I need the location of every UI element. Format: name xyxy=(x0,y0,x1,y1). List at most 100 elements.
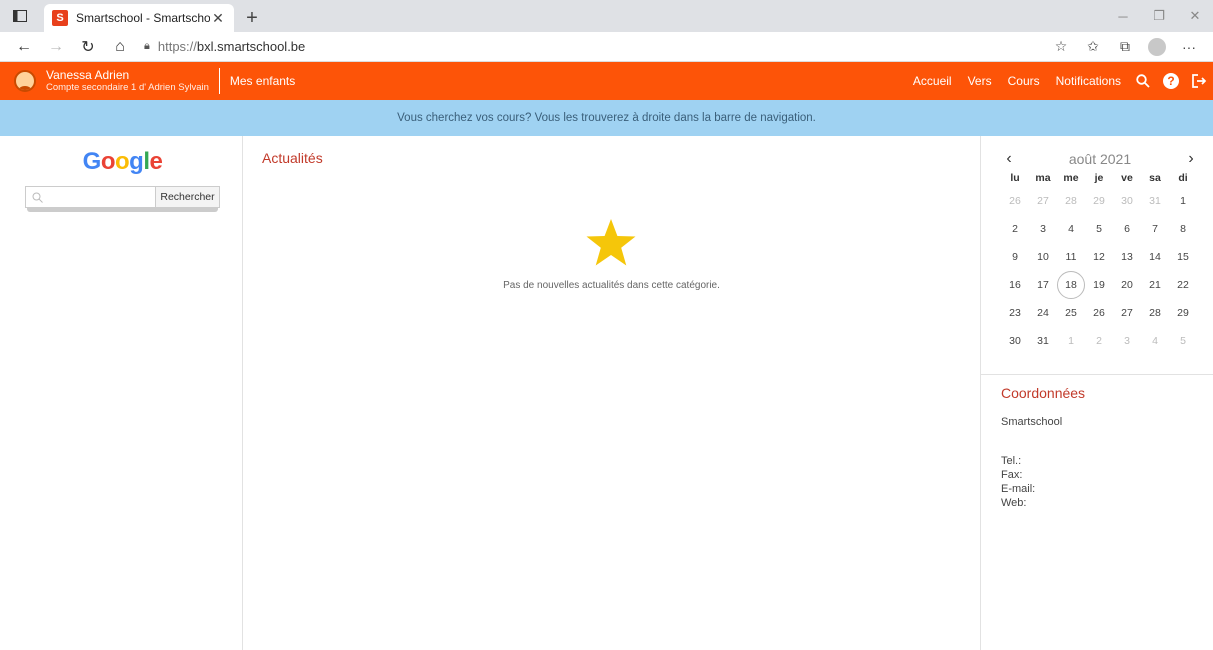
calendar-day[interactable]: 15 xyxy=(1169,243,1197,271)
calendar-day[interactable]: 28 xyxy=(1057,187,1085,215)
calendar-day[interactable]: 2 xyxy=(1085,327,1113,355)
calendar-day[interactable]: 17 xyxy=(1029,271,1057,299)
calendar-day[interactable]: 6 xyxy=(1113,215,1141,243)
google-search-button[interactable]: Rechercher xyxy=(155,187,219,207)
main-content: Google Rechercher Actualités Pas de nouv… xyxy=(0,136,1213,650)
close-tab-icon[interactable]: ✕ xyxy=(210,10,226,27)
contact-tel: Tel.: xyxy=(1001,455,1022,467)
calendar-day[interactable]: 31 xyxy=(1029,327,1057,355)
contact-panel: Coordonnées Smartschool Tel.: Fax: E-mai… xyxy=(981,375,1213,510)
google-search-input[interactable] xyxy=(26,187,155,207)
calendar-day[interactable]: 5 xyxy=(1169,327,1197,355)
calendar-header: ‹ août 2021 › xyxy=(1001,150,1199,168)
calendar-day[interactable]: 3 xyxy=(1029,215,1057,243)
browser-tab[interactable]: S Smartschool - Smartschool ✕ xyxy=(44,4,234,32)
calendar-day[interactable]: 8 xyxy=(1169,215,1197,243)
empty-news-message: Pas de nouvelles actualités dans cette c… xyxy=(503,280,720,291)
chevron-left-icon[interactable]: ‹ xyxy=(1001,150,1017,168)
calendar-weekday: sa xyxy=(1149,172,1161,184)
calendar-day[interactable]: 12 xyxy=(1085,243,1113,271)
news-title: Actualités xyxy=(262,150,323,166)
calendar-day[interactable]: 4 xyxy=(1057,215,1085,243)
contact-name: Smartschool xyxy=(1001,416,1063,428)
tab-title: Smartschool - Smartschool xyxy=(76,11,210,25)
calendar-day[interactable]: 24 xyxy=(1029,299,1057,327)
favorites-icon[interactable]: ✩ xyxy=(1077,33,1109,61)
calendar-day[interactable]: 25 xyxy=(1057,299,1085,327)
calendar-weekday: me xyxy=(1063,172,1079,184)
minimize-icon[interactable]: ─ xyxy=(1105,0,1141,32)
forward-icon[interactable]: → xyxy=(40,33,72,61)
chevron-right-icon[interactable]: › xyxy=(1183,150,1199,168)
collections-icon[interactable]: ⧉ xyxy=(1109,33,1141,61)
right-sidebar: ‹ août 2021 › lu ma me je ve sa di 26 27 28 29 30 31… xyxy=(981,136,1213,650)
more-menu-icon[interactable]: ··· xyxy=(1173,33,1205,61)
calendar-day[interactable]: 10 xyxy=(1029,243,1057,271)
help-icon[interactable]: ? xyxy=(1157,62,1185,100)
calendar-day[interactable]: 20 xyxy=(1113,271,1141,299)
calendar-day[interactable]: 27 xyxy=(1029,187,1057,215)
calendar-day[interactable]: 14 xyxy=(1141,243,1169,271)
profile-icon[interactable] xyxy=(1141,33,1173,61)
lock-icon: 🔒︎ xyxy=(144,40,150,52)
logout-icon[interactable] xyxy=(1185,62,1213,100)
refresh-icon[interactable]: ↻ xyxy=(72,33,104,61)
calendar-day[interactable]: 26 xyxy=(1001,187,1029,215)
restore-icon[interactable]: ❐ xyxy=(1141,0,1177,32)
nav-link-cours[interactable]: Cours xyxy=(1000,74,1048,88)
contact-web: Web: xyxy=(1001,497,1027,509)
calendar-day[interactable]: 16 xyxy=(1001,271,1029,299)
calendar-grid: lu ma me je ve sa di 26 27 28 29 30 31 1 2 3 4 5 6 7 8 9 10 11 1… xyxy=(1001,169,1199,355)
calendar-day[interactable]: 13 xyxy=(1113,243,1141,271)
calendar-day[interactable]: 1 xyxy=(1169,187,1197,215)
smartschool-topnav: Vanessa Adrien Compte secondaire 1 d' Ad… xyxy=(0,62,1213,100)
nav-link-accueil[interactable]: Accueil xyxy=(905,74,960,88)
url-field[interactable]: 🔒︎ https://bxl.smartschool.be xyxy=(136,35,1045,59)
calendar-day[interactable]: 21 xyxy=(1141,271,1169,299)
calendar-day[interactable]: 9 xyxy=(1001,243,1029,271)
new-tab-button[interactable]: + xyxy=(238,4,266,32)
calendar-day[interactable]: 3 xyxy=(1113,327,1141,355)
add-favorite-icon[interactable]: ☆ xyxy=(1045,33,1077,61)
user-menu[interactable]: Vanessa Adrien Compte secondaire 1 d' Ad… xyxy=(0,62,209,100)
calendar-day[interactable]: 22 xyxy=(1169,271,1197,299)
calendar-day[interactable]: 27 xyxy=(1113,299,1141,327)
back-icon[interactable]: ← xyxy=(8,33,40,61)
calendar-day[interactable]: 28 xyxy=(1141,299,1169,327)
calendar-day[interactable]: 26 xyxy=(1085,299,1113,327)
nav-right: Accueil Vers Cours Notifications ? xyxy=(905,62,1213,100)
calendar-day[interactable]: 2 xyxy=(1001,215,1029,243)
home-icon[interactable]: ⌂ xyxy=(104,33,136,61)
calendar-widget: ‹ août 2021 › lu ma me je ve sa di 26 27 28 29 30 31… xyxy=(981,136,1213,375)
calendar-weekday: lu xyxy=(1010,172,1020,184)
url-protocol: https:// xyxy=(157,39,197,54)
user-account-subtitle: Compte secondaire 1 d' Adrien Sylvain xyxy=(46,82,209,93)
nav-link-vers[interactable]: Vers xyxy=(960,74,1000,88)
contact-title: Coordonnées xyxy=(1001,385,1086,401)
calendar-day[interactable]: 4 xyxy=(1141,327,1169,355)
calendar-day[interactable]: 7 xyxy=(1141,215,1169,243)
calendar-day[interactable]: 29 xyxy=(1085,187,1113,215)
tab-actions-icon xyxy=(13,10,27,22)
calendar-day[interactable]: 5 xyxy=(1085,215,1113,243)
search-icon[interactable] xyxy=(1129,62,1157,100)
calendar-day[interactable]: 1 xyxy=(1057,327,1085,355)
user-avatar xyxy=(14,70,36,92)
window-controls: ─ ❐ ✕ xyxy=(1105,0,1213,32)
calendar-day-today[interactable]: 18 xyxy=(1057,271,1085,299)
nav-link-notifications[interactable]: Notifications xyxy=(1048,74,1129,88)
calendar-day[interactable]: 30 xyxy=(1113,187,1141,215)
search-icon xyxy=(32,192,43,203)
mes-enfants-link[interactable]: Mes enfants xyxy=(230,74,295,88)
tab-actions-button[interactable] xyxy=(0,0,40,32)
calendar-day[interactable]: 11 xyxy=(1057,243,1085,271)
close-window-icon[interactable]: ✕ xyxy=(1177,0,1213,32)
calendar-day[interactable]: 29 xyxy=(1169,299,1197,327)
calendar-weekday: je xyxy=(1094,172,1104,184)
calendar-month: août 2021 xyxy=(1068,151,1132,167)
calendar-day[interactable]: 30 xyxy=(1001,327,1029,355)
profile-avatar xyxy=(1148,37,1166,56)
calendar-day[interactable]: 19 xyxy=(1085,271,1113,299)
calendar-day[interactable]: 31 xyxy=(1141,187,1169,215)
calendar-day[interactable]: 23 xyxy=(1001,299,1029,327)
